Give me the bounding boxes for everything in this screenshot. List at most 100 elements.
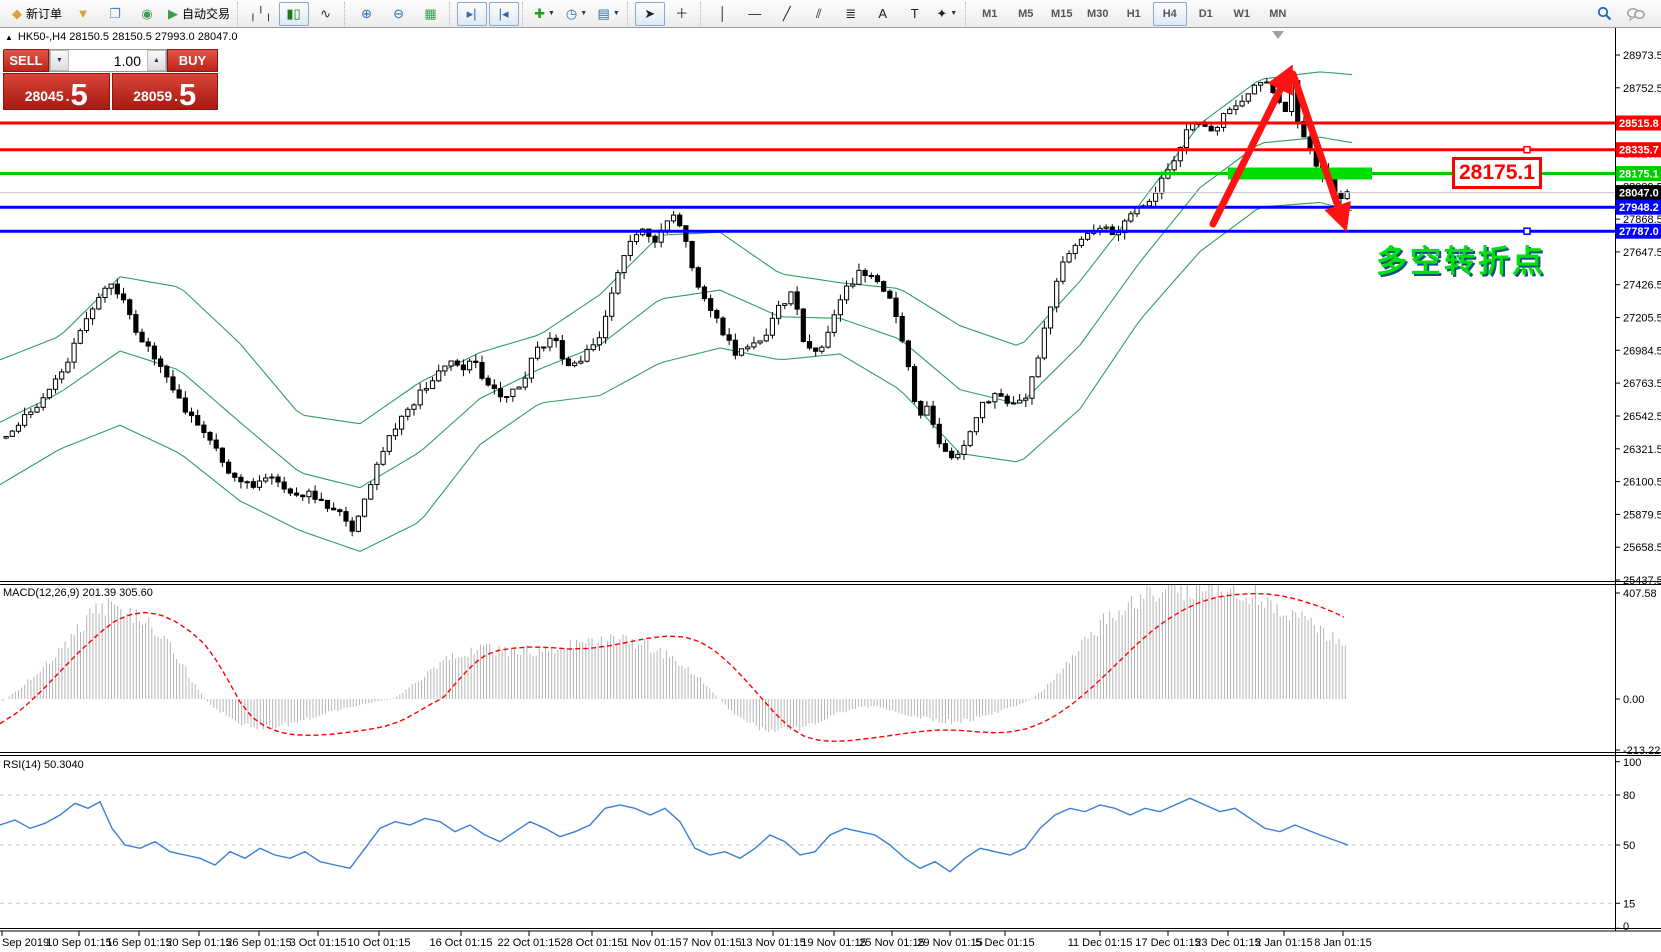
- chart-shift-button[interactable]: |◂: [489, 2, 519, 26]
- timeframe-mn-button[interactable]: MN: [1261, 2, 1295, 26]
- price-tag-label: 27787.0: [1619, 226, 1659, 238]
- time-tick-label: 23 Dec 01:15: [1195, 937, 1260, 949]
- clock-icon: ◷: [566, 7, 577, 20]
- new-order-button-label: 新订单: [26, 5, 62, 22]
- periods-button[interactable]: ◷▼: [562, 2, 592, 26]
- line-chart-button[interactable]: ∿: [311, 2, 341, 26]
- crosshair-icon: ＋: [675, 7, 688, 20]
- fibonacci-button[interactable]: ≣: [836, 2, 866, 26]
- volume-decrease-button[interactable]: ▼: [50, 50, 69, 71]
- publish-icon-button[interactable]: ❐: [100, 2, 130, 26]
- toolbar-group: ◆ 新订单 ▼ ❐ ◉ ▶自动交易: [5, 2, 235, 26]
- dropdown-caret-icon: ▼: [950, 10, 957, 17]
- buy-button[interactable]: BUY: [167, 49, 218, 72]
- time-tick-label: 17 Dec 01:15: [1135, 937, 1200, 949]
- candlestick-button[interactable]: ▮▯: [279, 2, 309, 26]
- equidistant-channel-icon: ⫽: [816, 7, 822, 20]
- templates-button[interactable]: ▤▼: [594, 2, 624, 26]
- line-handle[interactable]: [1524, 147, 1530, 153]
- volume-input[interactable]: 1.00: [69, 50, 147, 71]
- line-handle[interactable]: [1524, 228, 1530, 234]
- zoom-out-button[interactable]: ⊖: [384, 2, 414, 26]
- timeframe-h1-button[interactable]: H1: [1117, 2, 1151, 26]
- vertical-line-button[interactable]: │: [708, 2, 738, 26]
- chart-symbol-header[interactable]: ▲ HK50-,H4 28150.5 28150.5 27993.0 28047…: [5, 31, 238, 43]
- bar-chart-button[interactable]: ╷╵╷: [245, 2, 276, 26]
- price-tick-label: 26984.5: [1623, 345, 1661, 357]
- timeframe-w1-button[interactable]: W1: [1225, 2, 1259, 26]
- turning-point-annotation[interactable]: 多空转折点: [1376, 236, 1546, 281]
- rsi-tick-label: 15: [1623, 898, 1635, 910]
- fibonacci-icon: ≣: [845, 7, 856, 20]
- timeframe-m1-button[interactable]: M1: [973, 2, 1007, 26]
- crosshair-button[interactable]: ＋: [667, 2, 697, 26]
- text-button[interactable]: A: [868, 2, 898, 26]
- tile-windows-icon: ▦: [424, 7, 436, 20]
- price-tick-label: 27426.5: [1623, 280, 1661, 292]
- macd-tick-label: 0.00: [1623, 694, 1644, 706]
- price-tick-label: 26100.5: [1623, 477, 1661, 489]
- cursor-button[interactable]: ➤: [635, 2, 665, 26]
- time-tick-label: 3 Oct 01:15: [290, 937, 347, 949]
- price-callout-label[interactable]: 28175.1: [1452, 157, 1542, 189]
- price-tick-label: 26542.5: [1623, 411, 1661, 423]
- label-button[interactable]: T: [900, 2, 930, 26]
- trendline-button[interactable]: ╱: [772, 2, 802, 26]
- channel-button[interactable]: ⫽: [804, 2, 834, 26]
- time-tick-label: 2 Jan 01:15: [1255, 937, 1313, 949]
- zoom-in-button[interactable]: ⊕: [352, 2, 382, 26]
- volume-increase-button[interactable]: ▲: [147, 50, 166, 71]
- sell-button[interactable]: SELL: [3, 49, 49, 72]
- toolbar-group: ➤＋: [627, 2, 698, 26]
- rsi-tick-label: 0: [1623, 921, 1629, 933]
- signal-icon: ◉: [141, 7, 152, 20]
- cursor-icon: ➤: [644, 7, 655, 20]
- new-order-button[interactable]: ◆ 新订单: [8, 2, 66, 26]
- buy-price-button[interactable]: 28059 . 5: [112, 73, 219, 110]
- collapse-icon: ▲: [5, 33, 13, 42]
- indicator-plus-icon: ✚: [534, 7, 545, 20]
- price-tick-label: 25437.5: [1623, 575, 1661, 587]
- auto-trading-button[interactable]: ▶自动交易: [164, 2, 234, 26]
- rsi-tick-label: 80: [1623, 790, 1635, 802]
- auto-trading-button-label: 自动交易: [182, 5, 230, 22]
- dropdown-caret-icon: ▼: [613, 10, 620, 17]
- price-tag-label: 28047.0: [1619, 188, 1659, 200]
- search-icon[interactable]: [1589, 2, 1619, 26]
- time-tick-label: 11 Dec 01:15: [1068, 937, 1133, 949]
- signal-icon-button[interactable]: ◉: [132, 2, 162, 26]
- timeframe-h4-button[interactable]: H4: [1153, 2, 1187, 26]
- price-tick-label: 25658.5: [1623, 542, 1661, 554]
- sell-price-button[interactable]: 28045 . 5: [3, 73, 110, 110]
- horizontal-line-button[interactable]: —: [740, 2, 770, 26]
- chat-icon[interactable]: [1621, 2, 1651, 26]
- macd-tick-label: 407.58: [1623, 588, 1657, 600]
- horizontal-line-icon: —: [748, 7, 761, 20]
- time-tick-label: 19 Nov 01:15: [801, 937, 866, 949]
- time-tick-label: 26 Sep 01:15: [226, 937, 291, 949]
- time-tick-label: 25 Nov 01:15: [859, 937, 924, 949]
- price-tick-label: 28973.5: [1623, 50, 1661, 62]
- time-tick-label: 22 Oct 01:15: [498, 937, 561, 949]
- time-tick-label: 5 Dec 01:15: [975, 937, 1034, 949]
- timeframe-m15-button[interactable]: M15: [1045, 2, 1079, 26]
- bar-chart-icon: ╷╵╷: [249, 7, 272, 20]
- new-order-icon: ◆: [12, 7, 22, 20]
- timeframe-m5-button[interactable]: M5: [1009, 2, 1043, 26]
- timeframe-d1-button[interactable]: D1: [1189, 2, 1223, 26]
- highlight-band[interactable]: [1228, 168, 1372, 180]
- buy-price-dot: .: [174, 88, 178, 104]
- text-label-icon: T: [911, 7, 919, 20]
- price-tick-label: 26763.5: [1623, 378, 1661, 390]
- chart-canvas[interactable]: 28973.528752.528531.528310.528089.527868…: [0, 0, 1661, 952]
- timeframe-m30-button[interactable]: M30: [1081, 2, 1115, 26]
- zoom-in-icon: ⊕: [361, 7, 372, 20]
- tile-windows-button[interactable]: ▦: [416, 2, 446, 26]
- toolbar: ◆新订单▼❐◉▶自动交易╷╵╷▮▯∿⊕⊖▦▸||◂✚▼◷▼▤▼➤＋│—╱⫽≣AT…: [0, 0, 1661, 28]
- arrows-button[interactable]: ✦▼: [932, 2, 962, 26]
- window-upload-icon: ❐: [109, 7, 121, 20]
- macd-tick-label: -213.22: [1623, 745, 1660, 757]
- funnel-icon-button[interactable]: ▼: [68, 2, 98, 26]
- auto-scroll-button[interactable]: ▸|: [457, 2, 487, 26]
- indicators-button[interactable]: ✚▼: [530, 2, 560, 26]
